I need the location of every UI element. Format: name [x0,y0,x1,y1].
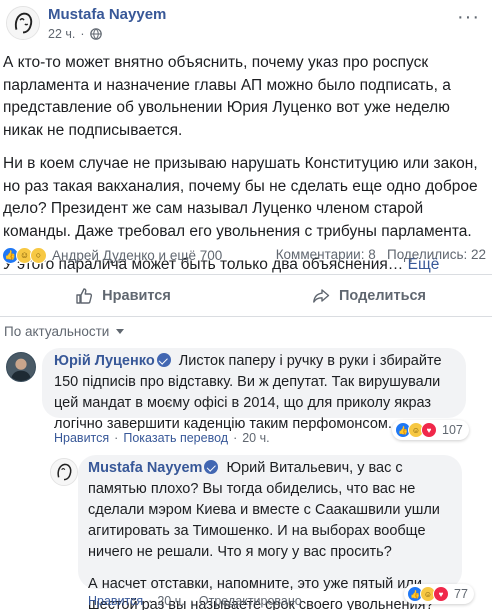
verified-badge-icon [156,353,171,367]
share-button[interactable]: Поделиться [246,278,492,314]
divider [0,316,492,317]
comment-like-link[interactable]: Нравится [54,431,109,445]
heart-reaction-icon: ♥ [421,422,437,438]
comment-bubble: Юрій Луценко Листок паперу і ручку в рук… [42,348,466,432]
separator-dot: · [80,27,85,41]
reply-meta: Нравится · 20 ч. · Отредактировано [88,594,302,608]
author-avatar[interactable] [6,6,40,40]
comment-meta: Нравится · Показать перевод · 20 ч. [54,431,270,445]
reply-author-avatar[interactable] [50,458,78,486]
show-translation-link[interactable]: Показать перевод [123,431,228,445]
comment-reactions[interactable]: 👍 ☺ ♥ 107 [392,420,469,440]
like-button[interactable]: Нравится [0,278,246,314]
thumbs-up-icon [76,288,93,304]
comments-sort-dropdown[interactable]: По актуальности [4,324,125,339]
divider [0,274,492,275]
comments-count[interactable]: Комментарии: 8 [276,247,376,262]
reply-bubble: Mustafa Nayyem Юрий Витальевич, у вас с … [78,455,462,610]
reply-like-link[interactable]: Нравится [88,594,143,608]
reply-reactions[interactable]: 👍 ☺ ♥ 77 [404,584,474,604]
separator-dot: · [148,594,153,608]
separator-dot: · [189,594,194,608]
separator-dot: · [114,431,119,445]
reply-time[interactable]: 20 ч. [157,594,184,608]
separator-dot: · [233,431,238,445]
avatar-sketch-icon [51,459,77,485]
reply-author[interactable]: Mustafa Nayyem [88,460,202,476]
commenter-avatar[interactable] [6,352,36,382]
reactions-summary: 👍 ☺ ○ Андрей Дуденко и ещё 700 Комментар… [0,244,492,266]
reply-reaction-count: 77 [454,587,468,601]
engagement-counts: Комментарии: 8 Поделились: 22 [276,247,486,262]
post-paragraph: А кто-то может внятно объяснить, почему … [3,54,451,139]
comment-time[interactable]: 20 ч. [242,431,269,445]
more-options-icon[interactable]: ··· [457,7,480,27]
wow-reaction-icon: ○ [30,246,47,264]
verified-badge-icon [204,460,219,474]
comment-author[interactable]: Юрій Луценко [54,353,155,369]
reaction-icons[interactable]: 👍 ☺ ○ [2,246,47,264]
shares-count[interactable]: Поделились: 22 [387,247,486,262]
post-meta: 22 ч. · [48,27,102,41]
post-header: Mustafa Nayyem 22 ч. · ··· [0,0,492,50]
avatar-sketch-icon [7,7,39,39]
post-time[interactable]: 22 ч. [48,27,75,41]
like-button-label: Нравится [102,288,171,304]
post-actions: Нравится Поделиться [0,278,492,314]
post-paragraph: Ни в коем случае не призываю нарушать Ко… [3,155,478,240]
globe-icon [89,28,102,40]
share-button-label: Поделиться [338,288,427,304]
heart-reaction-icon: ♥ [433,586,449,602]
chevron-down-icon [116,329,125,334]
share-arrow-icon [313,289,330,303]
reactors-names[interactable]: Андрей Дуденко и ещё 700 [52,248,222,263]
edited-label: Отредактировано [198,594,302,608]
person-photo-icon [7,353,35,381]
post-author-name[interactable]: Mustafa Nayyem [48,6,166,23]
comment-reaction-count: 107 [442,423,463,437]
sort-label: По актуальности [4,324,110,339]
